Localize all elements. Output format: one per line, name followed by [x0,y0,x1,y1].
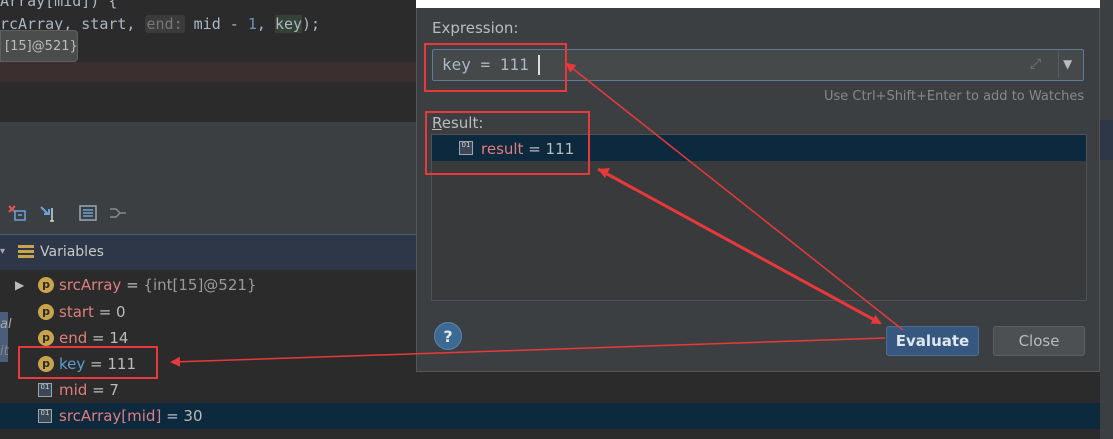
annotation-arrows [170,62,904,367]
arrow-to-expression [565,62,904,331]
arrow-result-evaluate [597,167,882,325]
arrow-to-key [170,337,886,367]
